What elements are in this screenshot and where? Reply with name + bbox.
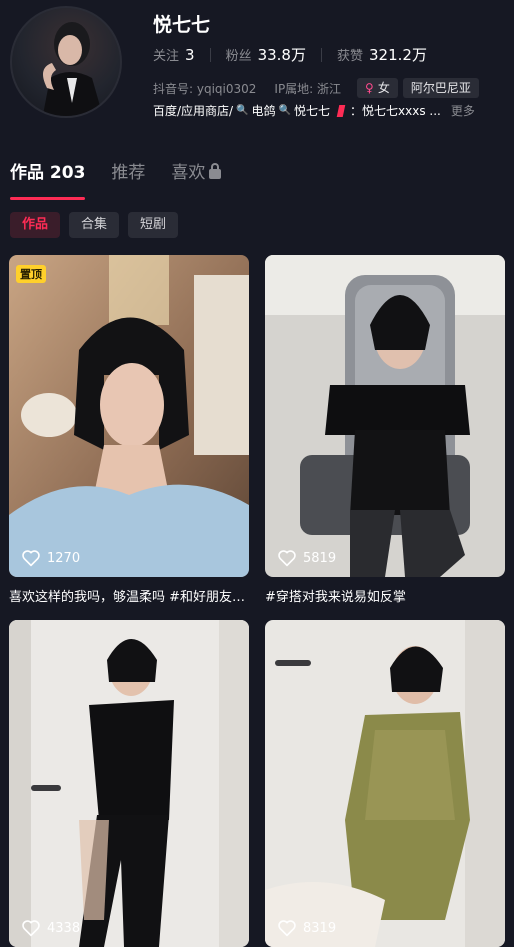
stat-label: 获赞	[336, 49, 363, 64]
tab-likes[interactable]: 喜欢	[171, 160, 222, 200]
country-tag: 阿尔巴尼亚	[402, 78, 479, 98]
female-icon: ♀	[365, 81, 374, 95]
like-count-value: 8319	[303, 920, 337, 936]
video-thumbnail	[265, 620, 505, 947]
video-card[interactable]: 5819	[265, 255, 505, 577]
chip-collections[interactable]: 合集	[69, 212, 120, 238]
heart-icon	[22, 550, 40, 567]
profile-stats: 关注 3 粉丝 33.8万 获赞 321.2万	[153, 44, 427, 65]
chip-short-dramas[interactable]: 短剧	[128, 212, 179, 238]
avatar-photo	[42, 22, 103, 116]
profile-header: 悦七七 关注 3 粉丝 33.8万 获赞 321.2万 抖音号: yqiqi03…	[0, 0, 514, 150]
bio-text: ：悦七七xxxs ...	[350, 104, 441, 118]
video-thumbnail	[265, 255, 505, 577]
video-thumbnail	[9, 620, 249, 947]
heart-icon	[22, 920, 40, 937]
stat-value: 33.8万	[257, 46, 306, 64]
tab-recommend[interactable]: 推荐	[111, 160, 145, 200]
stat-value: 321.2万	[369, 46, 427, 64]
video-card[interactable]: 置顶 1270	[9, 255, 249, 577]
like-count-value: 4338	[47, 920, 81, 936]
heart-icon	[278, 550, 296, 567]
stat-label: 关注	[153, 49, 180, 64]
like-count-value: 5819	[303, 550, 337, 566]
search-icon: 🔍	[278, 105, 292, 116]
profile-meta: 抖音号: yqiqi0302 IP属地: 浙江 ♀ 女 阿尔巴尼亚	[153, 78, 484, 98]
stat-following[interactable]: 关注 3	[153, 45, 195, 64]
like-count: 1270	[21, 549, 80, 567]
bio-text: 悦七七	[294, 104, 331, 118]
heart-icon	[278, 920, 296, 937]
video-card[interactable]: 4338	[9, 620, 249, 947]
divider	[320, 47, 322, 62]
filter-chips: 作品 合集 短剧	[10, 212, 187, 238]
profile-tabs: 作品 203 推荐 喜欢	[10, 160, 247, 200]
video-caption[interactable]: 喜欢这样的我吗，够温柔吗 #和好朋友一起	[9, 586, 249, 605]
video-caption[interactable]: #穿搭对我来说易如反掌	[265, 586, 505, 605]
ip-location: IP属地: 浙江	[274, 81, 342, 96]
chip-works[interactable]: 作品	[10, 212, 61, 238]
like-count: 8319	[277, 919, 336, 937]
more-link[interactable]: 更多	[451, 102, 475, 119]
like-count: 5819	[277, 549, 336, 567]
lock-icon	[209, 163, 222, 179]
profile-bio[interactable]: 百度/应用商店/ 🔍 电鸽 🔍 悦七七 ：悦七七xxxs ... 更多	[153, 102, 475, 119]
video-card[interactable]: 8319	[265, 620, 505, 947]
bio-text: 电鸽	[251, 104, 276, 118]
pinned-badge: 置顶	[16, 265, 46, 283]
like-count: 4338	[21, 919, 80, 937]
gender-tag: ♀ 女	[357, 78, 398, 98]
profile-name: 悦七七	[153, 14, 211, 36]
video-thumbnail	[9, 255, 249, 577]
gender-label: 女	[377, 81, 390, 95]
bio-text: 百度/应用商店/	[153, 104, 234, 118]
tab-label: 喜欢	[171, 163, 206, 183]
divider	[209, 47, 211, 62]
search-icon: 🔍	[236, 105, 249, 116]
tab-works[interactable]: 作品 203	[10, 160, 86, 200]
stat-label: 粉丝	[225, 49, 252, 64]
douyin-id: 抖音号: yqiqi0302	[153, 81, 257, 96]
stat-likes[interactable]: 获赞 321.2万	[337, 44, 427, 65]
red-flag-icon	[336, 104, 346, 117]
like-count-value: 1270	[47, 550, 81, 566]
stat-followers[interactable]: 粉丝 33.8万	[226, 44, 306, 65]
avatar[interactable]	[10, 6, 122, 118]
stat-value: 3	[185, 46, 195, 64]
